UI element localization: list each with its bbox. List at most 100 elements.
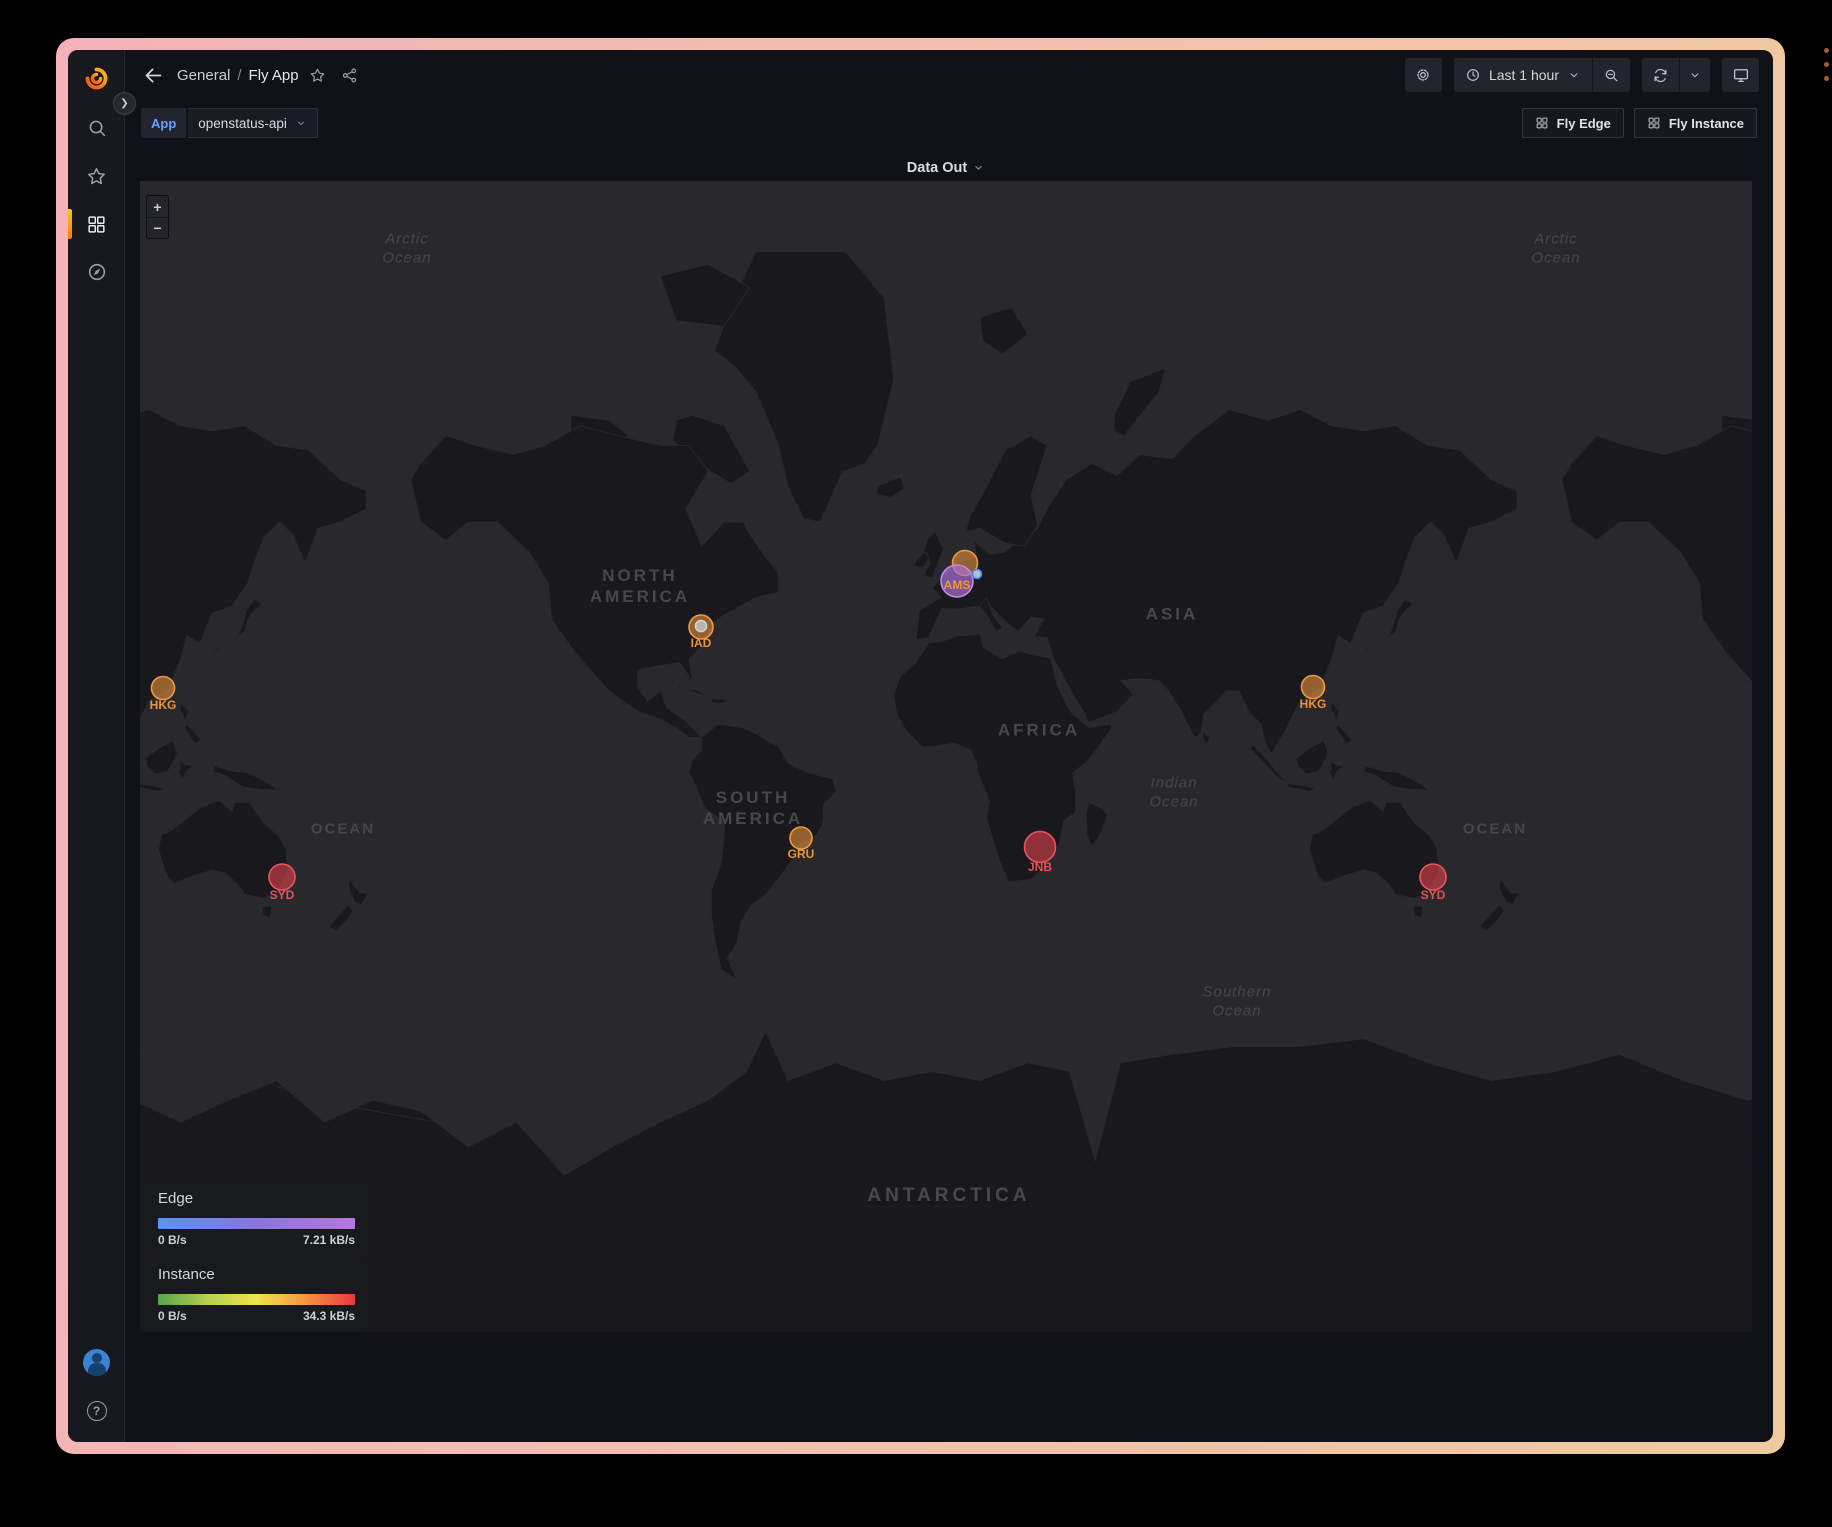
landmass	[158, 800, 287, 899]
map-marker-label-ams: AMS	[944, 578, 971, 592]
dashboard-header: General / Fly App Last 1 hour	[125, 50, 1773, 100]
apps-grid-icon	[1647, 116, 1661, 130]
world-map[interactable]: AMSIADHKGHKGGRUJNBSYDSYD + − Edge 0 B/s …	[140, 181, 1752, 1332]
app-variable-dropdown[interactable]: openstatus-api	[188, 108, 318, 138]
sidebar: ?	[68, 50, 125, 1442]
breadcrumb-section[interactable]: General	[177, 67, 230, 84]
time-range-group: Last 1 hour	[1454, 58, 1630, 92]
fly-edge-label: Fly Edge	[1557, 116, 1611, 131]
landmass	[1086, 802, 1108, 846]
legend-instance-min: 0 B/s	[158, 1309, 187, 1323]
dashboard-links: Fly Edge Fly Instance	[1522, 108, 1757, 138]
map-marker-hkg[interactable]	[1302, 676, 1325, 699]
fly-instance-link[interactable]: Fly Instance	[1634, 108, 1757, 138]
time-range-label: Last 1 hour	[1489, 67, 1559, 83]
window-frame: ? ❯ General / Fly App Last 1 hour	[56, 38, 1785, 1454]
legend-instance-title: Instance	[158, 1266, 355, 1283]
map-marker-ams-dot[interactable]	[973, 570, 982, 579]
landmass	[1562, 426, 1752, 738]
dashboards-icon[interactable]	[68, 209, 125, 239]
map-marker-label-hkg-west: HKG	[150, 698, 177, 712]
landmass	[262, 906, 272, 918]
map-marker-syd[interactable]	[1420, 864, 1446, 890]
landmass	[349, 880, 368, 905]
landmass	[980, 308, 1028, 354]
landmass	[1309, 800, 1438, 899]
map-marker-label-jnb: JNB	[1028, 860, 1052, 874]
chevron-down-icon	[295, 117, 307, 129]
landmass	[329, 905, 354, 932]
tv-mode-button[interactable]	[1722, 58, 1759, 92]
landmass	[1250, 745, 1287, 782]
share-dashboard-button[interactable]	[337, 62, 363, 88]
landmass	[914, 552, 928, 568]
landmass	[966, 436, 1048, 546]
map-marker-label-gru: GRU	[788, 847, 815, 861]
variables-row: App openstatus-api Fly Edge Fly Instance	[125, 100, 1773, 146]
grafana-window: ? ❯ General / Fly App Last 1 hour	[68, 50, 1773, 1442]
landmass	[179, 761, 192, 780]
chevron-down-icon	[1567, 68, 1581, 82]
legend-edge-min: 0 B/s	[158, 1233, 187, 1247]
legend-edge-title: Edge	[158, 1190, 355, 1207]
sidebar-expand-button[interactable]: ❯	[113, 92, 136, 115]
landmass	[1114, 368, 1165, 436]
star-dashboard-button[interactable]	[305, 62, 331, 88]
map-marker-iad-dot[interactable]	[696, 621, 707, 632]
landmass	[1335, 724, 1353, 743]
landmass	[1330, 761, 1343, 780]
world-map-svg: AMSIADHKGHKGGRUJNBSYDSYD	[140, 181, 1752, 1332]
map-marker-label-syd: SYD	[1421, 888, 1446, 902]
chevron-down-icon	[972, 161, 985, 174]
landmass	[140, 1024, 1752, 1332]
breadcrumb-separator: /	[237, 67, 241, 84]
refresh-group	[1642, 58, 1710, 92]
landmass	[180, 703, 189, 720]
app-variable-label: App	[141, 108, 186, 138]
map-marker-syd-west[interactable]	[269, 864, 295, 890]
legend-edge-gradient	[158, 1218, 355, 1229]
dashboard-settings-button[interactable]	[1405, 58, 1442, 92]
clock-icon	[1465, 67, 1481, 83]
help-icon[interactable]: ?	[68, 1396, 125, 1426]
search-icon[interactable]	[68, 113, 125, 143]
map-zoom-in-button[interactable]: +	[147, 196, 168, 217]
panel-title: Data Out	[907, 160, 967, 176]
map-marker-label-iad: IAD	[691, 636, 712, 650]
header-toolbar: Last 1 hour	[1405, 58, 1759, 92]
panel-header[interactable]: Data Out	[140, 154, 1752, 181]
map-zoom-control: + −	[146, 195, 169, 239]
legend-edge: Edge 0 B/s 7.21 kB/s	[146, 1182, 365, 1256]
landmass	[1500, 880, 1519, 905]
map-zoom-out-button[interactable]: −	[147, 217, 168, 238]
landmass	[146, 741, 178, 775]
back-arrow-button[interactable]	[139, 61, 167, 89]
geomap-panel: Data Out AMSIADHKGHKGGRUJNBSYDSYD + − Ed…	[140, 154, 1752, 1332]
landmass	[876, 477, 905, 497]
zoom-out-time-button[interactable]	[1592, 58, 1630, 92]
legend-edge-max: 7.21 kB/s	[303, 1233, 355, 1247]
refresh-button[interactable]	[1642, 58, 1679, 92]
time-range-picker[interactable]: Last 1 hour	[1454, 58, 1592, 92]
map-marker-jnb[interactable]	[1025, 832, 1056, 863]
grafana-logo[interactable]	[68, 63, 125, 93]
map-marker-label-syd-west: SYD	[270, 888, 295, 902]
landmass	[1285, 783, 1315, 791]
app-variable: App openstatus-api	[141, 108, 318, 138]
landmass	[1203, 733, 1211, 744]
refresh-interval-dropdown[interactable]	[1679, 58, 1710, 92]
map-marker-gru[interactable]	[790, 827, 812, 849]
landmass	[1480, 905, 1505, 932]
fly-instance-label: Fly Instance	[1669, 116, 1744, 131]
legend-instance-max: 34.3 kB/s	[303, 1309, 355, 1323]
landmass	[1297, 741, 1329, 775]
map-marker-hkg-west[interactable]	[152, 677, 175, 700]
explore-compass-icon[interactable]	[68, 257, 125, 287]
fly-edge-link[interactable]: Fly Edge	[1522, 108, 1624, 138]
starred-icon[interactable]	[68, 161, 125, 191]
landmass	[1331, 703, 1340, 720]
screen-edge-dots	[1824, 48, 1830, 90]
landmass	[1364, 766, 1430, 790]
profile-avatar[interactable]	[68, 1347, 125, 1377]
breadcrumb: General / Fly App	[177, 67, 299, 84]
